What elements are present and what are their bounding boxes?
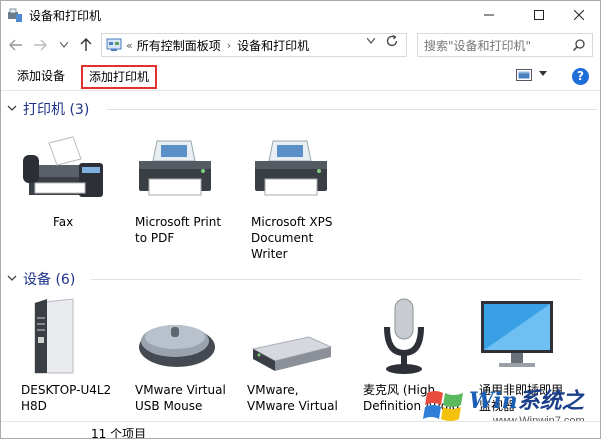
device-item-desktop[interactable]: DESKTOP-U4L2 H8D: [21, 297, 121, 414]
item-caption: Document: [251, 231, 314, 245]
printer-item-fax[interactable]: Fax: [21, 133, 121, 230]
navigation-row: « 所有控制面板项 › 设备和打印机 搜索"设备和打印机": [1, 31, 600, 59]
computer-tower-icon: [34, 298, 74, 374]
item-caption: Microsoft XPS: [251, 215, 333, 229]
arrow-right-icon: [34, 39, 47, 51]
device-item-mouse[interactable]: VMware Virtual USB Mouse: [135, 297, 235, 414]
status-bar: 11 个项目: [1, 421, 600, 439]
item-caption: Fax: [53, 215, 74, 229]
item-caption: VMware,: [247, 383, 299, 397]
refresh-button[interactable]: [385, 34, 399, 52]
search-box[interactable]: 搜索"设备和打印机": [417, 33, 593, 57]
add-device-button[interactable]: 添加设备: [17, 67, 65, 87]
group-divider: [91, 279, 581, 280]
arrow-up-icon: [80, 38, 92, 51]
chevron-down-icon: [7, 274, 21, 285]
help-button[interactable]: ?: [572, 68, 589, 85]
address-bar[interactable]: « 所有控制面板项 › 设备和打印机: [101, 33, 407, 57]
breadcrumb-control-panel[interactable]: 所有控制面板项: [137, 37, 221, 54]
device-item-vmware-disk[interactable]: VMware, VMware Virtual: [247, 297, 347, 414]
breadcrumb-separator[interactable]: ›: [227, 39, 231, 52]
hard-drive-icon: [251, 336, 333, 371]
title-bar[interactable]: 设备和打印机: [1, 1, 600, 29]
chevron-down-icon: [366, 37, 376, 44]
printer-app-icon: [8, 8, 22, 22]
printers-group-header[interactable]: 打印机 (3): [7, 99, 597, 119]
back-button[interactable]: [7, 36, 25, 54]
item-caption: VMware Virtual: [247, 399, 338, 413]
item-count: 11 个项目: [91, 427, 147, 439]
fax-icon: [23, 136, 103, 197]
search-icon[interactable]: [572, 38, 586, 52]
printer-icon: [255, 140, 327, 196]
item-caption: DESKTOP-U4L2: [21, 383, 112, 397]
chevron-down-icon: [7, 104, 21, 115]
printers-group-label: 打印机 (3): [23, 102, 90, 118]
close-icon: [574, 10, 584, 20]
printer-item-print-to-pdf[interactable]: Microsoft Print to PDF: [135, 133, 235, 246]
maximize-button[interactable]: [517, 1, 561, 29]
address-dropdown-button[interactable]: [366, 37, 376, 47]
microphone-icon: [384, 298, 424, 374]
view-options-icon[interactable]: [516, 68, 532, 82]
maximize-icon: [534, 10, 544, 20]
chevron-down-icon: [60, 42, 68, 48]
item-caption: to PDF: [135, 231, 175, 245]
minimize-button[interactable]: [467, 1, 511, 29]
control-panel-icon: [106, 38, 122, 51]
printer-item-xps-writer[interactable]: Microsoft XPS Document Writer: [251, 133, 351, 262]
close-button[interactable]: [557, 1, 600, 29]
windows-logo-icon: [423, 391, 463, 421]
forward-button[interactable]: [31, 36, 49, 54]
devices-group-header[interactable]: 设备 (6): [7, 269, 597, 289]
printer-icon: [139, 140, 211, 196]
item-caption: USB Mouse: [135, 399, 203, 413]
devices-printers-window: 设备和打印机 « 所有控制面板项 › 设备和打印机 搜索"设备和打印机" 添加设…: [0, 0, 601, 439]
arrow-left-icon: [9, 39, 22, 51]
mouse-icon: [139, 325, 215, 367]
item-caption: Microsoft Print: [135, 215, 222, 229]
search-input[interactable]: 搜索"设备和打印机": [424, 37, 531, 54]
add-printer-button[interactable]: 添加打印机: [81, 65, 157, 89]
view-dropdown-button[interactable]: [539, 69, 547, 79]
window-title: 设备和打印机: [29, 9, 102, 23]
refresh-icon: [386, 34, 398, 47]
monitor-icon: [481, 301, 553, 367]
item-caption: Writer: [251, 247, 288, 261]
up-button[interactable]: [77, 36, 95, 54]
item-caption: VMware Virtual: [135, 383, 226, 397]
minimize-icon: [484, 14, 494, 16]
breadcrumb-current[interactable]: 设备和打印机: [237, 37, 309, 54]
recent-locations-button[interactable]: [55, 36, 73, 54]
group-divider: [107, 109, 597, 110]
command-bar: 添加设备 添加打印机 ?: [1, 61, 600, 91]
item-caption: H8D: [21, 399, 47, 413]
caret-down-icon: [539, 71, 547, 76]
overflow-chevron[interactable]: «: [126, 39, 133, 52]
devices-group-label: 设备 (6): [23, 272, 76, 288]
